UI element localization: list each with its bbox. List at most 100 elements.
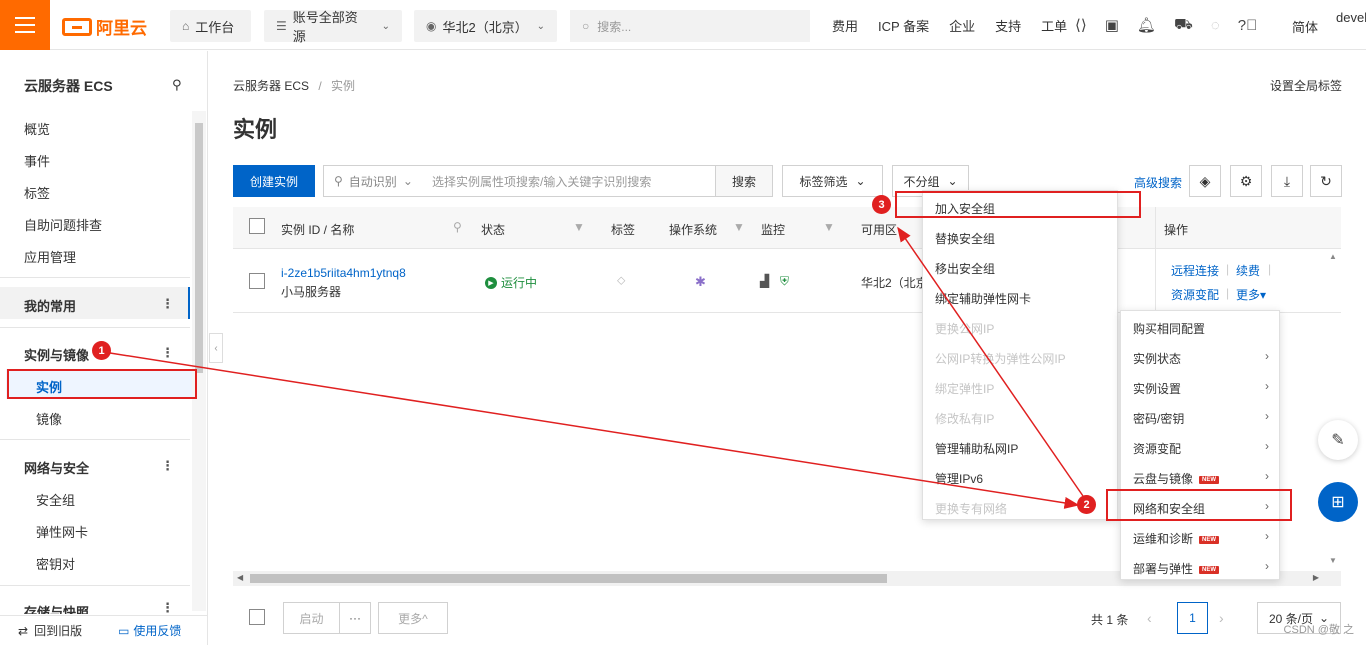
footer-select-all-checkbox[interactable] bbox=[249, 609, 265, 625]
filter-icon[interactable]: ▼ bbox=[823, 220, 835, 234]
shield-icon[interactable]: ⛨ bbox=[780, 274, 789, 289]
layers-icon[interactable]: ◈ bbox=[1189, 165, 1221, 197]
global-tag-link[interactable]: 设置全局标签 bbox=[1270, 77, 1342, 94]
code-icon[interactable]: ⟨⟩ bbox=[1075, 16, 1087, 34]
remote-connect-link[interactable]: 远程连接 bbox=[1171, 262, 1219, 279]
scroll-left-icon[interactable]: ◀ bbox=[237, 573, 243, 582]
edit-icon[interactable]: ✎ bbox=[1318, 420, 1358, 460]
more-batch-ops-button[interactable]: ··· bbox=[339, 602, 371, 634]
region-dropdown[interactable]: ◉ 华北2（北京） ⌄ bbox=[414, 10, 557, 42]
menu-item-manage-secondary-ip[interactable]: 管理辅助私网IP bbox=[935, 440, 1018, 457]
menu-item-ops-diagnosis[interactable]: 运维和诊断 NEW bbox=[1133, 530, 1220, 547]
sidebar-search-icon[interactable]: ⚲ bbox=[172, 77, 182, 93]
global-search-input[interactable]: ○ 搜索... bbox=[570, 10, 810, 42]
menu-item-deploy-elastic[interactable]: 部署与弹性 NEW bbox=[1133, 560, 1220, 577]
lightbulb-icon[interactable]: ◌ bbox=[1211, 17, 1220, 34]
scroll-up-icon[interactable]: ▲ bbox=[1329, 252, 1337, 261]
more-dots-icon[interactable]: ⋮ bbox=[161, 296, 174, 312]
user-account[interactable]: devel bbox=[1336, 10, 1366, 25]
link-enterprise[interactable]: 企业 bbox=[949, 16, 975, 35]
sidebar-group-storage[interactable]: 存储与快照 bbox=[24, 602, 89, 614]
page-number-button[interactable]: 1 bbox=[1177, 602, 1208, 634]
help-icon[interactable]: ?⃝ bbox=[1238, 17, 1258, 34]
auto-detect-dropdown[interactable]: ⚲ 自动识别 ⌄ bbox=[324, 173, 432, 190]
more-dots-icon[interactable]: ⋮ bbox=[161, 458, 174, 474]
language-switch[interactable]: 简体 bbox=[1292, 17, 1318, 36]
horizontal-scroll-thumb[interactable] bbox=[250, 574, 887, 583]
resource-change-link[interactable]: 资源变配 bbox=[1171, 286, 1219, 303]
prev-page-icon[interactable]: ‹ bbox=[1147, 610, 1152, 626]
instance-search-input[interactable]: 选择实例属性项搜索/输入关键字识别搜索 bbox=[432, 173, 715, 190]
tag-filter-button[interactable]: 标签筛选 ⌄ bbox=[782, 165, 883, 197]
scroll-down-icon[interactable]: ▼ bbox=[1329, 556, 1337, 565]
sidebar-collapse-button[interactable]: ‹ bbox=[209, 333, 223, 363]
scroll-right-icon[interactable]: ▶ bbox=[1313, 573, 1319, 582]
sidebar-group-network-security[interactable]: 网络与安全 bbox=[24, 458, 89, 477]
sidebar-item-keypair[interactable]: 密钥对 bbox=[36, 554, 75, 573]
menu-item-resource-change[interactable]: 资源变配 bbox=[1133, 440, 1181, 457]
menu-item-instance-settings[interactable]: 实例设置 bbox=[1133, 380, 1181, 397]
link-ticket[interactable]: 工单 bbox=[1041, 16, 1067, 35]
cart-icon[interactable]: ⛟ bbox=[1174, 16, 1193, 35]
sidebar-item-eni[interactable]: 弹性网卡 bbox=[36, 522, 88, 541]
search-icon[interactable]: ⚲ bbox=[453, 220, 462, 234]
download-icon[interactable]: ⤓ bbox=[1271, 165, 1303, 197]
more-ops-link[interactable]: 更多▾ bbox=[1236, 286, 1266, 303]
filter-icon[interactable]: ▼ bbox=[733, 220, 745, 234]
back-to-old-version-link[interactable]: 回到旧版 bbox=[34, 622, 82, 639]
sidebar-group-instances-images[interactable]: 实例与镜像 bbox=[24, 345, 89, 364]
sidebar-group-favorites[interactable]: 我的常用 bbox=[24, 296, 76, 315]
menu-item-remove-security-group[interactable]: 移出安全组 bbox=[935, 260, 995, 277]
workbench-button[interactable]: ⌂ 工作台 bbox=[170, 10, 251, 42]
more-dots-icon[interactable]: ⋮ bbox=[161, 600, 174, 616]
search-button[interactable]: 搜索 bbox=[715, 166, 772, 196]
sidebar-item-overview[interactable]: 概览 bbox=[24, 119, 50, 138]
sidebar-item-images[interactable]: 镜像 bbox=[36, 409, 62, 428]
more-button[interactable]: 更多^ bbox=[378, 602, 448, 634]
bell-icon[interactable]: 🔔︎ bbox=[1137, 16, 1156, 34]
hamburger-menu-button[interactable] bbox=[0, 0, 50, 50]
grid-icon[interactable]: ⊞ bbox=[1318, 482, 1358, 522]
sidebar-item-events[interactable]: 事件 bbox=[24, 151, 50, 170]
next-page-icon[interactable]: › bbox=[1219, 610, 1224, 626]
menu-item-bind-secondary-eni[interactable]: 绑定辅助弹性网卡 bbox=[935, 290, 1031, 307]
link-billing[interactable]: 费用 bbox=[832, 16, 858, 35]
tag-icon[interactable]: ⬦ bbox=[617, 273, 625, 288]
menu-item-password-key[interactable]: 密码/密钥 bbox=[1133, 410, 1184, 427]
separator: | bbox=[1226, 262, 1230, 276]
refresh-icon[interactable]: ↻ bbox=[1310, 165, 1342, 197]
chevron-right-icon: › bbox=[1265, 529, 1269, 543]
menu-item-buy-same[interactable]: 购买相同配置 bbox=[1133, 320, 1205, 337]
menu-item-manage-ipv6[interactable]: 管理IPv6 bbox=[935, 470, 983, 487]
menu-item-instance-status[interactable]: 实例状态 bbox=[1133, 350, 1181, 367]
row-checkbox[interactable] bbox=[249, 273, 265, 289]
gear-icon[interactable]: ⚙ bbox=[1230, 165, 1262, 197]
start-button[interactable]: 启动 bbox=[283, 602, 340, 634]
aliyun-logo[interactable]: 阿里云 bbox=[62, 14, 147, 39]
link-support[interactable]: 支持 bbox=[995, 16, 1021, 35]
chart-icon[interactable]: ▟ bbox=[760, 274, 769, 288]
terminal-icon[interactable]: ▣ bbox=[1105, 16, 1119, 34]
filter-icon[interactable]: ▼ bbox=[573, 220, 585, 234]
sidebar-item-troubleshoot[interactable]: 自助问题排查 bbox=[24, 215, 102, 234]
workbench-label: 工作台 bbox=[195, 19, 235, 35]
sidebar-item-security-group[interactable]: 安全组 bbox=[36, 490, 75, 509]
menu-item-replace-security-group[interactable]: 替换安全组 bbox=[935, 230, 995, 247]
sidebar-scrollbar-thumb[interactable] bbox=[195, 123, 203, 373]
sidebar-title: 云服务器 ECS bbox=[24, 78, 113, 94]
table-vertical-scrollbar[interactable]: ▲ ▼ bbox=[1326, 250, 1341, 570]
create-instance-button[interactable]: 创建实例 bbox=[233, 165, 315, 197]
feedback-link[interactable]: 使用反馈 bbox=[133, 622, 181, 639]
menu-item-disk-image[interactable]: 云盘与镜像 NEW bbox=[1133, 470, 1220, 487]
renew-link[interactable]: 续费 bbox=[1236, 262, 1260, 279]
breadcrumb-root[interactable]: 云服务器 ECS bbox=[233, 79, 309, 93]
sidebar-item-tags[interactable]: 标签 bbox=[24, 183, 50, 202]
sidebar-item-app-management[interactable]: 应用管理 bbox=[24, 247, 76, 266]
select-all-checkbox[interactable] bbox=[249, 218, 265, 234]
resources-dropdown[interactable]: ☰ 账号全部资源 ⌄ bbox=[264, 10, 402, 44]
advanced-search-link[interactable]: 高级搜索 bbox=[1134, 174, 1182, 191]
instance-id-link[interactable]: i-2ze1b5riita4hm1ytnq8 bbox=[281, 266, 406, 280]
link-icp[interactable]: ICP 备案 bbox=[878, 16, 929, 35]
sidebar-scrollbar[interactable] bbox=[192, 111, 206, 611]
more-dots-icon[interactable]: ⋮ bbox=[161, 345, 174, 361]
